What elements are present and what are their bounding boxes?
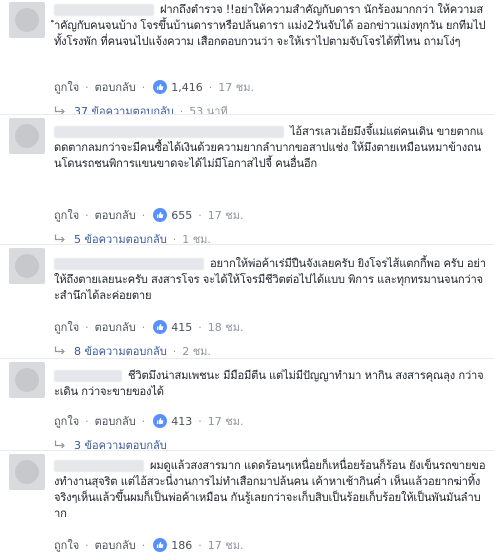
like-button[interactable]: ถูกใจ (54, 78, 79, 96)
redacted-author-name[interactable] (54, 126, 284, 138)
divider (0, 450, 494, 451)
like-button[interactable]: ถูกใจ (54, 318, 79, 336)
separator-dot: · (85, 208, 89, 222)
comment-body: ผมดูแล้วสงสารมาก แดดร้อนๆเหนื่อยก็เหนื่อ… (54, 458, 486, 522)
comment-actions: ถูกใจ · ตอบกลับ · 1,416 · 17 ชม. (54, 78, 254, 96)
avatar-placeholder (15, 254, 39, 278)
separator-dot: · (198, 538, 202, 552)
divider (0, 358, 494, 359)
thumbs-up-icon (153, 80, 168, 94)
replies-time: 1 ชม. (182, 233, 211, 246)
comment-actions: ถูกใจ · ตอบกลับ · 186 · 17 ชม. (54, 536, 243, 554)
reply-arrow-icon (54, 234, 65, 243)
replies-count-label: 37 ข้อความตอบกลับ (74, 105, 174, 118)
reply-arrow-icon (54, 346, 65, 355)
timestamp[interactable]: 18 ชม. (208, 318, 244, 336)
redacted-author-name[interactable] (54, 4, 154, 16)
replies-time: 53 นาที (189, 105, 228, 118)
reaction-count[interactable]: 415 (153, 320, 192, 334)
view-replies-link[interactable]: 5 ข้อความตอบกลับ · 1 ชม. (54, 230, 211, 248)
separator-dot: · (85, 414, 89, 428)
reply-button[interactable]: ตอบกลับ (95, 536, 136, 554)
like-button[interactable]: ถูกใจ (54, 206, 79, 224)
separator-dot: · (141, 414, 146, 428)
separator-dot: · (198, 208, 202, 222)
reply-button[interactable]: ตอบกลับ (95, 206, 136, 224)
comment-actions: ถูกใจ · ตอบกลับ · 413 · 17 ชม. (54, 412, 243, 430)
avatar[interactable] (9, 454, 45, 490)
like-button[interactable]: ถูกใจ (54, 536, 79, 554)
avatar-placeholder (15, 8, 39, 32)
redacted-author-name[interactable] (54, 258, 204, 270)
reply-button[interactable]: ตอบกลับ (95, 318, 136, 336)
reply-button[interactable]: ตอบกลับ (95, 78, 136, 96)
comment-actions: ถูกใจ · ตอบกลับ · 655 · 17 ชม. (54, 206, 243, 224)
comment-body: ฝากถึงตำรวจ !!อย่าให้ความสำคัญกับดารา นั… (54, 2, 486, 50)
separator-dot: · (172, 344, 177, 358)
separator-dot: · (198, 320, 202, 334)
thumbs-up-icon (153, 538, 168, 552)
separator-dot: · (198, 414, 202, 428)
avatar[interactable] (9, 118, 45, 154)
avatar[interactable] (9, 362, 45, 398)
thumbs-up-icon (153, 208, 168, 222)
view-replies-link[interactable]: 37 ข้อความตอบกลับ · 53 นาที (54, 102, 228, 120)
separator-dot: · (208, 80, 213, 94)
redacted-author-name[interactable] (54, 460, 144, 472)
separator-dot: · (141, 538, 146, 552)
comment-body: ชีวิตมึงน่าสมเพชนะ มีมือมีตีน แต่ไม่มีปั… (54, 368, 486, 400)
reaction-count[interactable]: 186 (153, 538, 192, 552)
separator-dot: · (85, 320, 89, 334)
reply-arrow-icon (54, 440, 65, 449)
separator-dot: · (85, 538, 89, 552)
separator-dot: · (141, 80, 146, 94)
avatar-placeholder (15, 124, 39, 148)
timestamp[interactable]: 17 ชม. (208, 412, 244, 430)
avatar[interactable] (9, 2, 45, 38)
replies-count-label: 5 ข้อความตอบกลับ (74, 233, 167, 246)
avatar-placeholder (15, 368, 39, 392)
comment-actions: ถูกใจ · ตอบกลับ · 415 · 18 ชม. (54, 318, 243, 336)
divider (0, 114, 494, 115)
like-button[interactable]: ถูกใจ (54, 412, 79, 430)
separator-dot: · (141, 208, 146, 222)
thumbs-up-icon (153, 414, 168, 428)
reaction-count[interactable]: 1,416 (153, 80, 203, 94)
replies-count-label: 3 ข้อความตอบกลับ (74, 439, 167, 452)
view-replies-link[interactable]: 3 ข้อความตอบกลับ (54, 436, 167, 454)
reaction-count[interactable]: 413 (153, 414, 192, 428)
separator-dot: · (141, 320, 146, 334)
timestamp[interactable]: 17 ชม. (208, 536, 244, 554)
thumbs-up-icon (153, 320, 168, 334)
separator-dot: · (179, 104, 184, 118)
avatar[interactable] (9, 248, 45, 284)
avatar-placeholder (15, 460, 39, 484)
reaction-count[interactable]: 655 (153, 208, 192, 222)
timestamp[interactable]: 17 ชม. (208, 206, 244, 224)
timestamp[interactable]: 17 ชม. (218, 78, 254, 96)
comment-body: ไอ้สารเลวเอ้ยมึงจึ้แม่แต่คนเดิน ขายตากแด… (54, 124, 486, 172)
divider (0, 244, 494, 245)
comment-body: อยากให้พ่อค้าเร่มีปืนจังเลยครับ ยิงโจรไส… (54, 256, 486, 304)
redacted-author-name[interactable] (54, 370, 122, 382)
reply-button[interactable]: ตอบกลับ (95, 412, 136, 430)
separator-dot: · (85, 80, 89, 94)
